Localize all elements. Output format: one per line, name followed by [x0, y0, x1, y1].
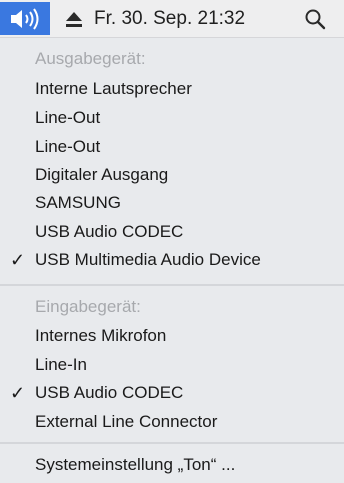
- menu-item-output-line-out-2[interactable]: Line-Out: [35, 132, 100, 162]
- menu-item-output-usb-multimedia-audio-device[interactable]: USB Multimedia Audio Device: [35, 245, 261, 275]
- menu-separator: [0, 284, 344, 286]
- menu-item-input-usb-audio-codec[interactable]: USB Audio CODEC: [35, 378, 183, 408]
- menu-item-output-samsung[interactable]: SAMSUNG: [35, 188, 121, 218]
- volume-menu-extra[interactable]: [0, 2, 50, 35]
- menu-item-input-line-in[interactable]: Line-In: [35, 350, 87, 380]
- output-device-header: Ausgabegerät:: [35, 49, 146, 68]
- speaker-volume-icon: [11, 7, 39, 30]
- sound-dropdown-menu: Ausgabegerät: Interne Lautsprecher Line-…: [0, 38, 344, 483]
- menu-item-output-usb-audio-codec[interactable]: USB Audio CODEC: [35, 217, 183, 247]
- menu-separator: [0, 442, 344, 444]
- menubar-clock[interactable]: Fr. 30. Sep. 21:32: [94, 0, 245, 37]
- menu-item-input-external-line-connector[interactable]: External Line Connector: [35, 407, 217, 437]
- checkmark-icon: ✓: [10, 250, 26, 270]
- menu-item-output-digitaler-ausgang[interactable]: Digitaler Ausgang: [35, 160, 168, 190]
- input-device-header: Eingabegerät:: [35, 297, 141, 316]
- menu-item-input-internes-mikrofon[interactable]: Internes Mikrofon: [35, 321, 166, 351]
- menu-bar: Fr. 30. Sep. 21:32: [0, 0, 344, 38]
- checkmark-icon: ✓: [10, 383, 26, 403]
- menu-item-sound-preferences[interactable]: Systemeinstellung „Ton“ ...: [35, 450, 235, 480]
- eject-icon[interactable]: [62, 7, 86, 31]
- menu-item-output-interne-lautsprecher[interactable]: Interne Lautsprecher: [35, 74, 192, 104]
- menu-item-output-line-out-1[interactable]: Line-Out: [35, 103, 100, 133]
- spotlight-search-icon[interactable]: [304, 8, 326, 30]
